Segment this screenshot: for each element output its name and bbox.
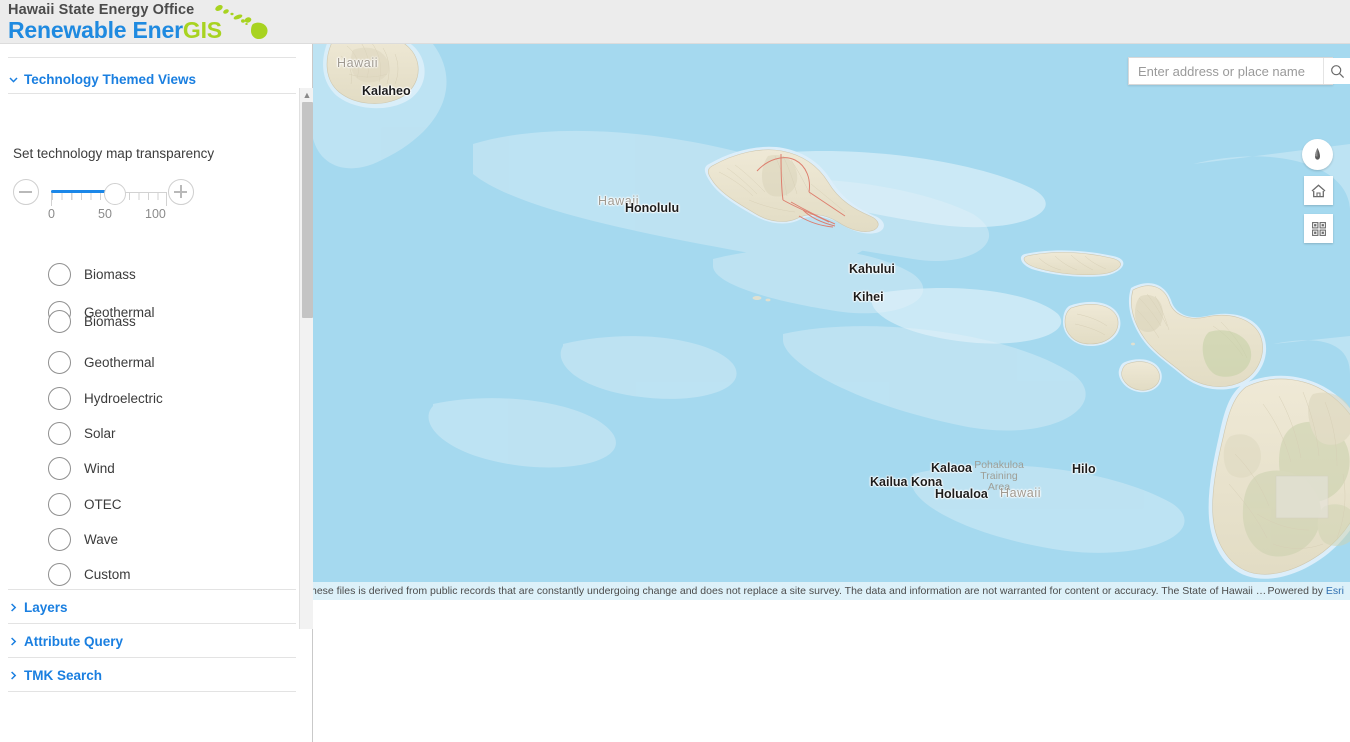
divider <box>8 57 296 58</box>
radio-icon[interactable] <box>48 563 71 586</box>
transparency-label: Set technology map transparency <box>13 146 215 161</box>
sidebar-section-technology-themed-views[interactable]: Technology Themed Views <box>8 66 298 92</box>
technology-option-label: Wave <box>84 532 119 547</box>
map-attribution-bar: hese files is derived from public record… <box>313 582 1350 600</box>
transparency-slider-control: 0 50 100 <box>10 175 200 221</box>
technology-option-label: Hydroelectric <box>84 391 163 406</box>
map-search-box[interactable] <box>1128 57 1350 85</box>
sidebar-section-tmk-search[interactable]: TMK Search <box>8 662 298 688</box>
divider <box>8 657 296 658</box>
renewable-energis-application: Hawaii State Energy Office Renewable Ene… <box>0 0 1350 742</box>
island-lanai <box>1063 301 1121 346</box>
radio-icon[interactable] <box>48 528 71 551</box>
technology-option-label: Custom <box>84 567 131 582</box>
technology-option-hydroelectric[interactable]: Hydroelectric <box>48 381 163 416</box>
radio-icon[interactable] <box>48 263 71 286</box>
divider <box>8 93 296 94</box>
slider-tick-max: 100 <box>145 207 166 221</box>
powered-by-label: Powered by <box>1267 585 1326 597</box>
app-header: Hawaii State Energy Office Renewable Ene… <box>0 0 1350 44</box>
technology-option-biomass[interactable]: Biomass <box>48 257 136 292</box>
technology-option-biomass-ghost[interactable]: Biomass <box>48 310 136 333</box>
sidebar-section-layers[interactable]: Layers <box>8 594 298 620</box>
left-panel: Technology Themed Views Set technology m… <box>0 44 313 742</box>
compass-button[interactable] <box>1302 139 1333 170</box>
map-powered-by: Powered by Esri <box>1268 582 1344 600</box>
divider <box>8 589 296 590</box>
radio-icon[interactable] <box>48 457 71 480</box>
transparency-slider[interactable] <box>51 181 167 207</box>
technology-option-label: Biomass <box>84 314 136 329</box>
scrollbar-thumb[interactable] <box>302 102 313 318</box>
technology-option-label: Geothermal <box>84 355 155 370</box>
app-title-primary: Renewable Ener <box>8 17 183 43</box>
search-icon[interactable] <box>1323 58 1350 84</box>
divider <box>8 691 296 692</box>
app-title: Renewable EnerGIS <box>8 17 222 44</box>
section-label: Attribute Query <box>24 633 124 649</box>
chevron-down-icon <box>8 74 24 85</box>
map-canvas[interactable]: Hawaii Kalaheo Hawaii Honolulu Kahului K… <box>313 44 1350 600</box>
divider <box>8 623 296 624</box>
radio-icon[interactable] <box>48 493 71 516</box>
technology-option-label: Wind <box>84 461 115 476</box>
technology-option-custom[interactable]: Custom <box>48 557 131 592</box>
hawaii-islands-icon <box>212 2 270 47</box>
technology-option-label: Solar <box>84 426 116 441</box>
slider-tick-mid: 50 <box>98 207 112 221</box>
home-icon <box>1311 183 1326 197</box>
hawaii-basemap <box>313 44 1350 600</box>
slider-handle[interactable] <box>104 183 126 205</box>
slider-tick-min: 0 <box>48 207 55 221</box>
radio-icon[interactable] <box>48 387 71 410</box>
technology-option-wave[interactable]: Wave <box>48 522 118 557</box>
scroll-up-arrow-icon[interactable]: ▲ <box>302 90 312 100</box>
minus-circle-icon[interactable] <box>13 179 39 205</box>
home-button[interactable] <box>1304 176 1333 205</box>
basemap-gallery-button[interactable] <box>1304 214 1333 243</box>
chevron-right-icon <box>8 636 24 647</box>
technology-option-label: Biomass <box>84 267 136 282</box>
section-label: Technology Themed Views <box>24 71 197 87</box>
plus-circle-icon[interactable] <box>168 179 194 205</box>
sidebar-scrollbar[interactable]: ▲ <box>299 88 313 629</box>
technology-option-label: OTEC <box>84 497 122 512</box>
section-label: TMK Search <box>24 667 103 683</box>
search-input[interactable] <box>1129 58 1323 84</box>
section-label: Layers <box>24 599 68 615</box>
technology-option-wind[interactable]: Wind <box>48 451 115 486</box>
technology-option-geothermal[interactable]: Geothermal <box>48 345 155 380</box>
radio-icon[interactable] <box>48 310 71 333</box>
agency-name: Hawaii State Energy Office <box>8 2 195 18</box>
radio-icon[interactable] <box>48 422 71 445</box>
esri-link[interactable]: Esri <box>1326 585 1344 597</box>
map-disclaimer-text: hese files is derived from public record… <box>313 585 1268 597</box>
chevron-right-icon <box>8 670 24 681</box>
compass-needle-icon <box>1315 148 1320 160</box>
island-hawaii-big-island <box>1208 375 1350 579</box>
technology-option-otec[interactable]: OTEC <box>48 487 122 522</box>
chevron-right-icon <box>8 602 24 613</box>
radio-icon[interactable] <box>48 351 71 374</box>
grid-squares-icon <box>1311 221 1326 236</box>
sidebar-section-attribute-query[interactable]: Attribute Query <box>8 628 298 654</box>
technology-option-solar[interactable]: Solar <box>48 416 116 451</box>
